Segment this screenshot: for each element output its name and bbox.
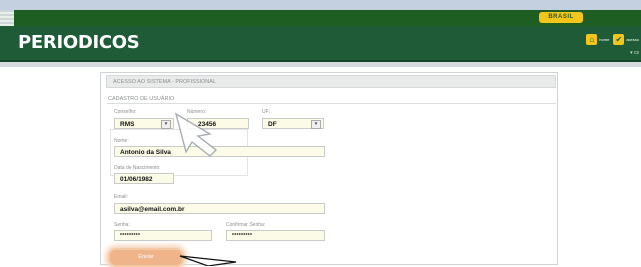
home-icon: ⌂ — [586, 34, 598, 45]
brasil-badge[interactable]: BRASIL — [539, 12, 583, 23]
browser-top-strip — [0, 0, 641, 10]
confirmar-senha-input[interactable]: ********* — [226, 230, 325, 241]
nome-label: Nome: — [114, 138, 129, 144]
panel-title: ACESSO AO SISTEMA - PROFISSIONAL — [106, 75, 556, 88]
nav-strip — [0, 62, 641, 67]
senha-label: Senha: — [114, 222, 130, 228]
uf-select[interactable]: DF ▾ — [262, 118, 324, 129]
pointer-arrow-icon — [179, 255, 237, 266]
access-label: acesso — [626, 37, 639, 42]
site-header: PERIODICOS ⌂ home ✔ acesso ▾ cs — [0, 26, 641, 62]
nascimento-label: Data de Nascimento: — [114, 165, 161, 171]
section-divider — [107, 103, 556, 104]
chevron-down-icon: ▾ — [161, 120, 171, 129]
header-tools: ⌂ home ✔ acesso — [586, 34, 639, 45]
nascimento-input[interactable]: 01/06/1982 — [114, 173, 174, 184]
check-icon: ✔ — [613, 34, 625, 45]
email-input[interactable]: asilva@email.com.br — [114, 203, 325, 214]
header-sub-link[interactable]: ▾ cs — [630, 50, 639, 56]
senha-input[interactable]: ********* — [114, 230, 212, 241]
pointer-arrow-icon — [174, 112, 218, 157]
home-label: home — [599, 37, 610, 42]
access-button[interactable]: ✔ acesso — [613, 34, 639, 45]
home-button[interactable]: ⌂ home — [586, 34, 609, 45]
uf-label: UF: — [262, 109, 271, 115]
conselho-select[interactable]: RMS ▾ — [114, 118, 174, 129]
section-title: CADASTRO DE USUÁRIO — [108, 96, 175, 102]
chevron-down-icon: ▾ — [311, 120, 321, 129]
submit-button[interactable]: Enviar — [108, 248, 184, 267]
conselho-label: Conselho: — [114, 109, 137, 115]
uf-value: DF — [268, 121, 277, 128]
email-label: Email: — [114, 194, 128, 200]
conselho-value: RMS — [120, 121, 135, 128]
site-logo[interactable]: PERIODICOS — [18, 32, 140, 53]
confirmar-senha-label: Confirmar Senha: — [226, 222, 266, 228]
